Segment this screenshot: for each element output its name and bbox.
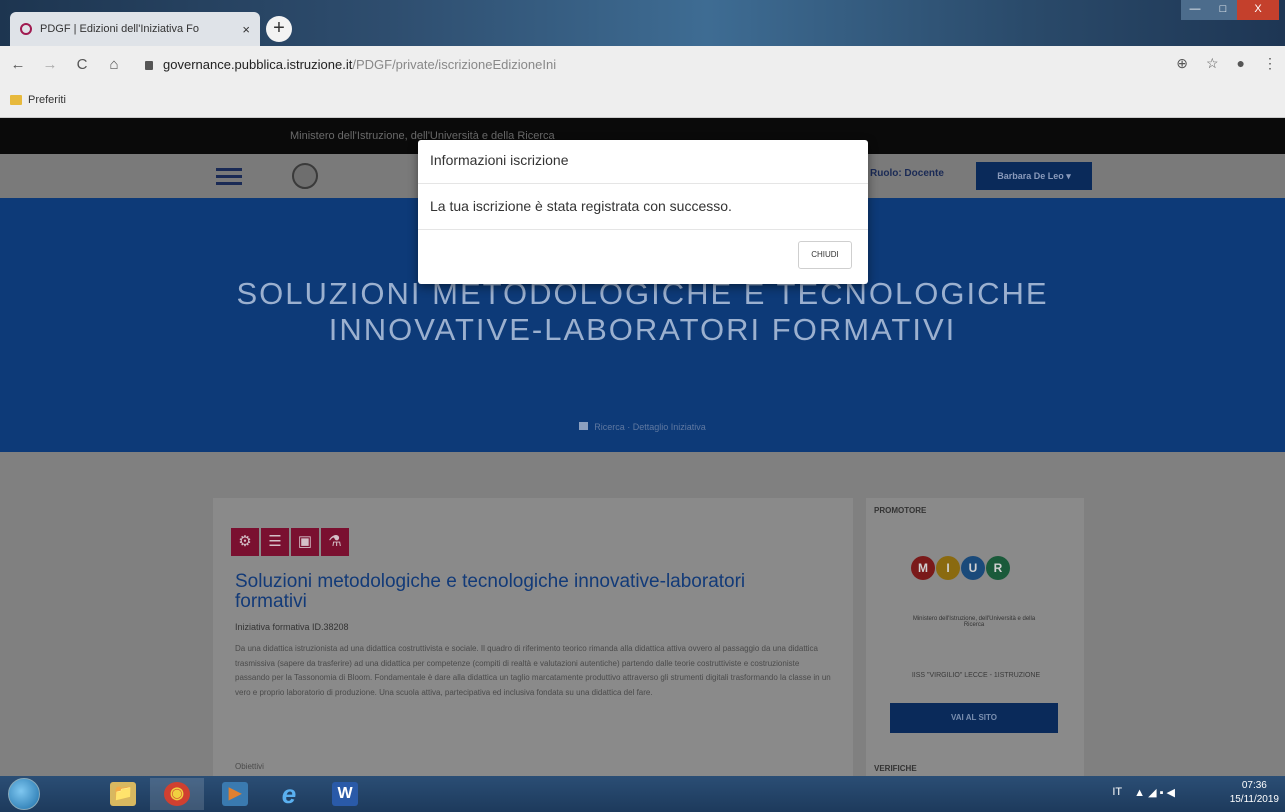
address-bar: ← → C ⌂ governance.pubblica.istruzione.i…	[0, 46, 1285, 82]
close-window-button[interactable]: X	[1237, 0, 1279, 20]
user-menu-button[interactable]: Barbara De Leo ▾	[976, 162, 1092, 190]
window-controls: — □ X	[1181, 0, 1279, 20]
word-icon: W	[332, 782, 358, 806]
screen-icon: ▣	[291, 528, 319, 556]
visit-site-button[interactable]: VAI AL SITO	[890, 703, 1058, 733]
start-button[interactable]	[8, 778, 40, 810]
browser-tab[interactable]: PDGF | Edizioni dell'Iniziativa Fo ×	[10, 12, 260, 46]
clock-time: 07:36	[1241, 780, 1267, 791]
media-player-icon: ▶	[222, 782, 248, 806]
breadcrumb: Ricerca · Dettaglio Iniziativa	[0, 422, 1285, 432]
url-path: /PDGF/private/iscrizioneEdizioneIni	[352, 56, 557, 72]
url-field[interactable]: governance.pubblica.istruzione.it /PDGF/…	[145, 51, 1125, 77]
language-indicator[interactable]: IT	[1112, 786, 1122, 799]
reload-icon[interactable]: C	[70, 56, 94, 73]
taskbar: 📁 ◉ ▶ e W IT ▲ ◢ ▪ ◀ 07:36 15/11/2019	[0, 776, 1285, 812]
role-link[interactable]: Ruolo: Docente	[870, 168, 944, 179]
logo-letter-i: I	[936, 556, 960, 580]
taskbar-chrome[interactable]: ◉	[150, 778, 204, 810]
folder-icon: 📁	[110, 782, 136, 806]
initiative-description: Da una didattica istruzionista ad una di…	[235, 644, 831, 697]
zoom-icon[interactable]: ⊕	[1176, 55, 1188, 72]
account-icon[interactable]: ●	[1237, 55, 1245, 72]
category-icons: ⚙ ☰ ▣ ⚗	[231, 528, 351, 556]
taskbar-internet-explorer[interactable]: e	[262, 778, 316, 810]
lock-icon	[145, 60, 153, 70]
enrollment-modal: Informazioni iscrizione La tua iscrizion…	[418, 140, 868, 284]
back-icon[interactable]: ←	[6, 56, 30, 73]
menu-icon[interactable]: ⋮	[1263, 55, 1277, 72]
initiative-title: Soluzioni metodologiche e tecnologiche i…	[235, 571, 746, 612]
initiative-id: Iniziativa formativa ID.38208	[235, 622, 349, 632]
logo-subtitle: Ministero dell'Istruzione, dell'Universi…	[912, 616, 1036, 628]
logo-letter-r: R	[986, 556, 1010, 580]
lab-flask-icon: ⚗	[321, 528, 349, 556]
logo-letter-u: U	[961, 556, 985, 580]
minimize-button[interactable]: —	[1181, 0, 1209, 20]
modal-message: La tua iscrizione è stata registrata con…	[418, 184, 868, 230]
hero-title: SOLUZIONI METODOLOGICHE E TECNOLOGICHE I…	[236, 276, 1049, 347]
modal-close-button[interactable]: CHIUDI	[798, 241, 852, 269]
browser-actions: ⊕ ☆ ● ⋮	[1176, 55, 1277, 72]
taskbar-word[interactable]: W	[318, 778, 372, 810]
forward-icon[interactable]: →	[38, 56, 62, 73]
bookmarks-bar: Preferiti	[0, 82, 1285, 118]
chrome-icon: ◉	[164, 782, 190, 806]
folder-icon	[10, 94, 22, 105]
initiative-card: ⚙ ☰ ▣ ⚗ Soluzioni metodologiche e tecnol…	[213, 498, 853, 776]
hamburger-menu-icon[interactable]	[216, 168, 242, 185]
bookmark-star-icon[interactable]: ☆	[1206, 55, 1219, 72]
logo-letter-m: M	[911, 556, 935, 580]
taskbar-media-player[interactable]: ▶	[208, 778, 262, 810]
system-clock[interactable]: 07:36 15/11/2019	[1230, 779, 1279, 807]
bookmark-preferiti[interactable]: Preferiti	[28, 94, 66, 106]
clock-date: 15/11/2019	[1229, 794, 1279, 805]
system-tray: IT ▲ ◢ ▪ ◀	[1112, 786, 1175, 799]
modal-title: Informazioni iscrizione	[418, 140, 868, 184]
url-host: governance.pubblica.istruzione.it	[163, 56, 353, 72]
home-icon[interactable]: ⌂	[102, 56, 126, 73]
maximize-button[interactable]: □	[1209, 0, 1237, 20]
site-favicon-icon	[20, 23, 32, 35]
tools-icon: ⚙	[231, 528, 259, 556]
tray-icons[interactable]: ▲ ◢ ▪ ◀	[1134, 786, 1175, 799]
promoter-heading: PROMOTORE	[874, 506, 927, 515]
internet-explorer-icon: e	[281, 779, 297, 809]
breadcrumb-home-icon[interactable]	[579, 422, 589, 430]
promoter-sidebar: PROMOTORE M I U R Ministero dell'Istruzi…	[866, 498, 1084, 776]
section-heading-objectives: Obiettivi	[235, 762, 264, 771]
tab-close-icon[interactable]: ×	[242, 22, 250, 37]
miur-logo: M I U R	[911, 556, 1011, 580]
browser-titlebar: PDGF | Edizioni dell'Iniziativa Fo × + —…	[0, 0, 1285, 46]
breadcrumb-text[interactable]: Ricerca · Dettaglio Iniziativa	[594, 422, 706, 432]
promoter-name: IISS "VIRGILIO" LECCE - 1ISTRUZIONE	[911, 672, 1041, 679]
taskbar-explorer[interactable]: 📁	[96, 778, 150, 810]
checks-heading: VERIFICHE	[874, 764, 917, 773]
list-icon: ☰	[261, 528, 289, 556]
tab-title: PDGF | Edizioni dell'Iniziativa Fo	[40, 23, 200, 35]
republic-emblem-icon	[292, 163, 318, 189]
new-tab-button[interactable]: +	[266, 16, 292, 42]
